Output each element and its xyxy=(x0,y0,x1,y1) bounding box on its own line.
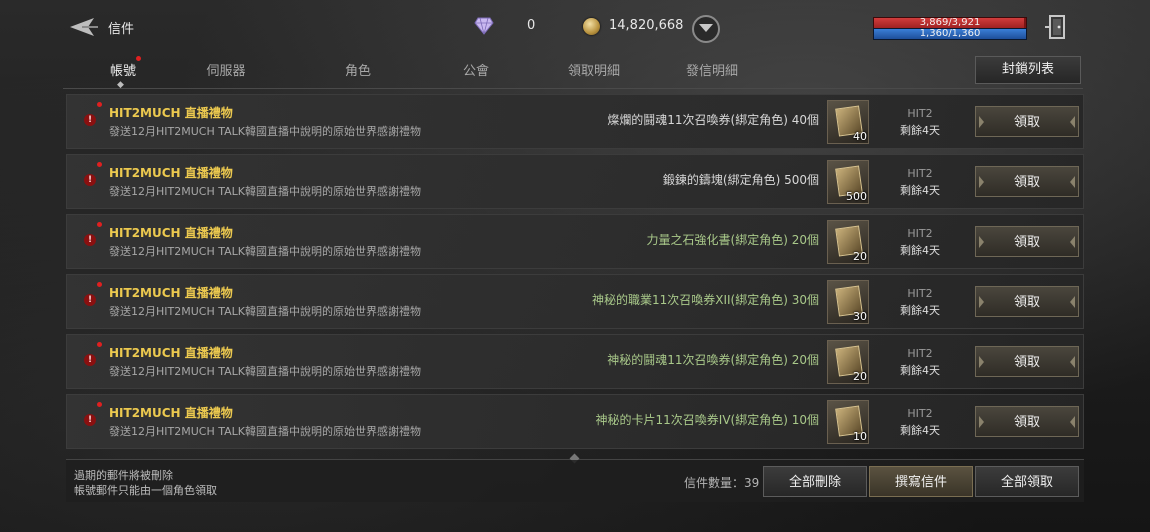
gold-count: 14,820,668 xyxy=(609,18,684,33)
attached-item-icon[interactable]: 20 xyxy=(827,220,869,264)
mail-sender: HIT2 xyxy=(907,227,933,240)
new-mail-dot xyxy=(97,402,102,407)
attached-item-name: 燦爛的鬪魂11次召喚券(綁定角色) 40個 xyxy=(607,113,819,127)
claim-button[interactable]: 領取 xyxy=(975,346,1079,377)
attached-item-name: 神秘的職業11次召喚券XII(綁定角色) 30個 xyxy=(591,293,819,307)
item-quantity: 30 xyxy=(853,310,867,323)
new-mail-dot xyxy=(97,222,102,227)
attached-item-icon[interactable]: 20 xyxy=(827,340,869,384)
attached-item-name: 神秘的鬪魂11次召喚券(綁定角色) 20個 xyxy=(607,353,819,367)
mail-sender: HIT2 xyxy=(907,167,933,180)
mail-tabs: 帳號 伺服器 角色 公會 領取明細 發信明細 xyxy=(66,56,1086,90)
alert-icon: ! xyxy=(84,114,96,126)
mail-description: 發送12月HIT2MUCH TALK韓國直播中說明的原始世界感謝禮物 xyxy=(109,245,421,258)
mail-description: 發送12月HIT2MUCH TALK韓國直播中說明的原始世界感謝禮物 xyxy=(109,365,421,378)
mail-count: 信件數量：39 xyxy=(684,476,760,490)
alert-icon: ! xyxy=(84,294,96,306)
diamond-count: 0 xyxy=(527,18,536,33)
mail-row[interactable]: ! HIT2MUCH 直播禮物發送12月HIT2MUCH TALK韓國直播中說明的… xyxy=(66,154,1084,209)
tab-divider xyxy=(63,88,1083,89)
mail-footer: 過期的郵件將被刪除 帳號郵件只能由一個角色領取 信件數量：39 全部刪除 撰寫信… xyxy=(66,460,1084,502)
tab-character[interactable]: 角色 xyxy=(313,60,403,79)
chevron-down-icon xyxy=(699,24,713,32)
mail-row[interactable]: ! HIT2MUCH 直播禮物發送12月HIT2MUCH TALK韓國直播中說明的… xyxy=(66,214,1084,269)
delete-all-button[interactable]: 全部刪除 xyxy=(763,466,867,497)
mp-bar: 1,360/1,360 xyxy=(873,28,1027,40)
tab-account[interactable]: 帳號 xyxy=(78,60,168,79)
mail-description: 發送12月HIT2MUCH TALK韓國直播中說明的原始世界感謝禮物 xyxy=(109,125,421,138)
alert-icon: ! xyxy=(84,234,96,246)
new-mail-dot xyxy=(136,56,141,61)
compose-mail-button[interactable]: 撰寫信件 xyxy=(869,466,973,497)
new-mail-dot xyxy=(97,162,102,167)
mail-description: 發送12月HIT2MUCH TALK韓國直播中說明的原始世界感謝禮物 xyxy=(109,425,421,438)
mail-row[interactable]: ! HIT2MUCH 直播禮物發送12月HIT2MUCH TALK韓國直播中說明的… xyxy=(66,334,1084,389)
block-list-button[interactable]: 封鎖列表 xyxy=(975,56,1081,84)
tab-server[interactable]: 伺服器 xyxy=(181,60,271,79)
item-quantity: 20 xyxy=(853,250,867,263)
attached-item-icon[interactable]: 30 xyxy=(827,280,869,324)
top-bar: 信件 0 14,820,668 3,869/3,921 1,360/1,360 xyxy=(0,0,1150,56)
mail-row[interactable]: ! HIT2MUCH 直播禮物發送12月HIT2MUCH TALK韓國直播中說明的… xyxy=(66,94,1084,149)
mail-description: 發送12月HIT2MUCH TALK韓國直播中說明的原始世界感謝禮物 xyxy=(109,185,421,198)
mail-remaining-time: 剩餘4天 xyxy=(900,244,940,257)
new-mail-dot xyxy=(97,102,102,107)
back-arrow-icon[interactable] xyxy=(68,14,100,40)
page-title: 信件 xyxy=(108,22,135,37)
mail-remaining-time: 剩餘4天 xyxy=(900,124,940,137)
mail-title: HIT2MUCH 直播禮物 xyxy=(109,406,233,420)
tab-sent-history[interactable]: 發信明細 xyxy=(667,60,757,79)
attached-item-icon[interactable]: 500 xyxy=(827,160,869,204)
mp-text: 1,360/1,360 xyxy=(919,28,981,39)
item-quantity: 40 xyxy=(853,130,867,143)
mail-sender: HIT2 xyxy=(907,347,933,360)
mail-remaining-time: 剩餘4天 xyxy=(900,424,940,437)
claim-all-button[interactable]: 全部領取 xyxy=(975,466,1079,497)
account-mail-note: 帳號郵件只能由一個角色領取 xyxy=(74,484,217,497)
new-mail-dot xyxy=(97,342,102,347)
alert-icon: ! xyxy=(84,174,96,186)
item-quantity: 20 xyxy=(853,370,867,383)
tab-guild[interactable]: 公會 xyxy=(431,60,521,79)
mail-title: HIT2MUCH 直播禮物 xyxy=(109,166,233,180)
mail-title: HIT2MUCH 直播禮物 xyxy=(109,226,233,240)
mail-sender: HIT2 xyxy=(907,407,933,420)
claim-button[interactable]: 領取 xyxy=(975,406,1079,437)
claim-button[interactable]: 領取 xyxy=(975,226,1079,257)
alert-icon: ! xyxy=(84,354,96,366)
claim-button[interactable]: 領取 xyxy=(975,166,1079,197)
tab-claim-history[interactable]: 領取明細 xyxy=(549,60,639,79)
attached-item-name: 神秘的卡片11次召喚券IV(綁定角色) 10個 xyxy=(595,413,819,427)
alert-icon: ! xyxy=(84,414,96,426)
diamond-icon xyxy=(474,17,494,35)
mail-remaining-time: 剩餘4天 xyxy=(900,364,940,377)
exit-door-icon[interactable] xyxy=(1044,13,1070,41)
new-mail-dot xyxy=(97,282,102,287)
attached-item-icon[interactable]: 10 xyxy=(827,400,869,444)
gold-coin-icon xyxy=(583,18,600,35)
item-quantity: 500 xyxy=(846,190,867,203)
attached-item-icon[interactable]: 40 xyxy=(827,100,869,144)
expiry-note: 過期的郵件將被刪除 xyxy=(74,469,173,482)
attached-item-name: 鍛鍊的鑄塊(綁定角色) 500個 xyxy=(662,173,819,187)
claim-button[interactable]: 領取 xyxy=(975,286,1079,317)
mail-sender: HIT2 xyxy=(907,287,933,300)
mail-title: HIT2MUCH 直播禮物 xyxy=(109,106,233,120)
mail-sender: HIT2 xyxy=(907,107,933,120)
mail-remaining-time: 剩餘4天 xyxy=(900,184,940,197)
currency-dropdown-button[interactable] xyxy=(692,15,720,43)
mail-remaining-time: 剩餘4天 xyxy=(900,304,940,317)
mail-title: HIT2MUCH 直播禮物 xyxy=(109,286,233,300)
item-quantity: 10 xyxy=(853,430,867,443)
mail-title: HIT2MUCH 直播禮物 xyxy=(109,346,233,360)
attached-item-name: 力量之石強化書(綁定角色) 20個 xyxy=(646,233,819,247)
mail-description: 發送12月HIT2MUCH TALK韓國直播中說明的原始世界感謝禮物 xyxy=(109,305,421,318)
mail-row[interactable]: ! HIT2MUCH 直播禮物發送12月HIT2MUCH TALK韓國直播中說明的… xyxy=(66,274,1084,329)
claim-button[interactable]: 領取 xyxy=(975,106,1079,137)
mail-row[interactable]: ! HIT2MUCH 直播禮物發送12月HIT2MUCH TALK韓國直播中說明的… xyxy=(66,394,1084,449)
